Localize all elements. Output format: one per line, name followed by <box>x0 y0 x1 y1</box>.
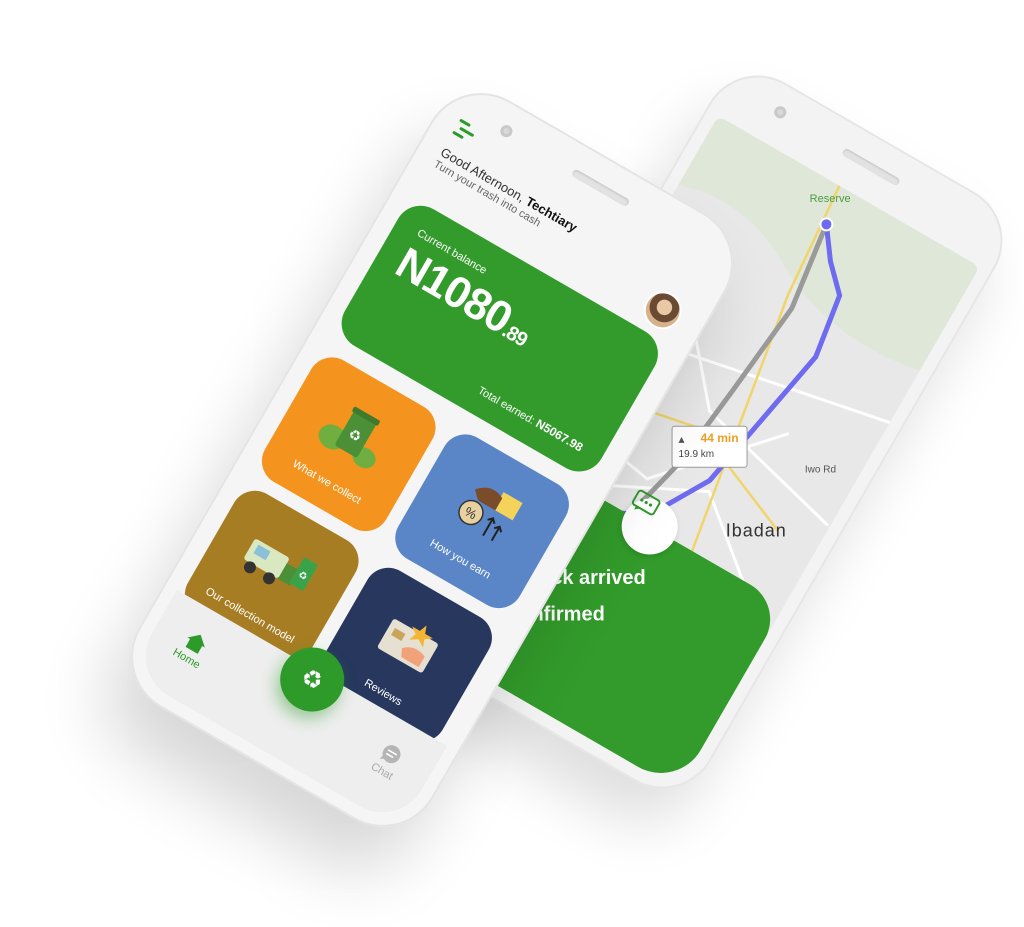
front-camera <box>772 104 789 121</box>
svg-text:♻: ♻ <box>296 663 328 697</box>
hand-money-icon: % <box>458 487 523 542</box>
earpiece-speaker <box>570 168 631 208</box>
nav-home[interactable]: Home <box>171 626 214 671</box>
nav-chat[interactable]: Chat <box>369 741 407 783</box>
recycle-icon: ♻ <box>296 663 328 697</box>
total-earned: Total earned: N5067.98 <box>475 383 586 455</box>
car-icon: ▴ <box>678 431 685 446</box>
map-label-city: Ibadan <box>725 520 787 541</box>
garbage-truck-icon: ♻ <box>243 539 318 591</box>
front-camera <box>498 122 515 140</box>
total-earned-value: N5067.98 <box>533 416 586 455</box>
eta-card: ▴ 44 min 19.9 km <box>671 425 748 468</box>
rating-card-icon <box>377 619 438 673</box>
map-label-reserve: Reserve <box>809 192 851 205</box>
menu-icon[interactable] <box>452 118 480 146</box>
total-earned-label: Total earned: <box>475 384 537 427</box>
recycle-bins-icon: ♻ <box>318 406 380 469</box>
earpiece-speaker <box>841 147 901 187</box>
eta-minutes: 44 min <box>700 430 739 445</box>
mockup-stage: Reserve Ibadan Iwo Rd ens ▴ 44 min 19.9 … <box>0 0 1024 927</box>
avatar[interactable] <box>639 287 686 334</box>
map-label-road: Iwo Rd <box>804 464 837 476</box>
eta-distance: 19.9 km <box>678 448 715 460</box>
greeting-text: Good Afternoon, Techtiary <box>438 145 580 236</box>
